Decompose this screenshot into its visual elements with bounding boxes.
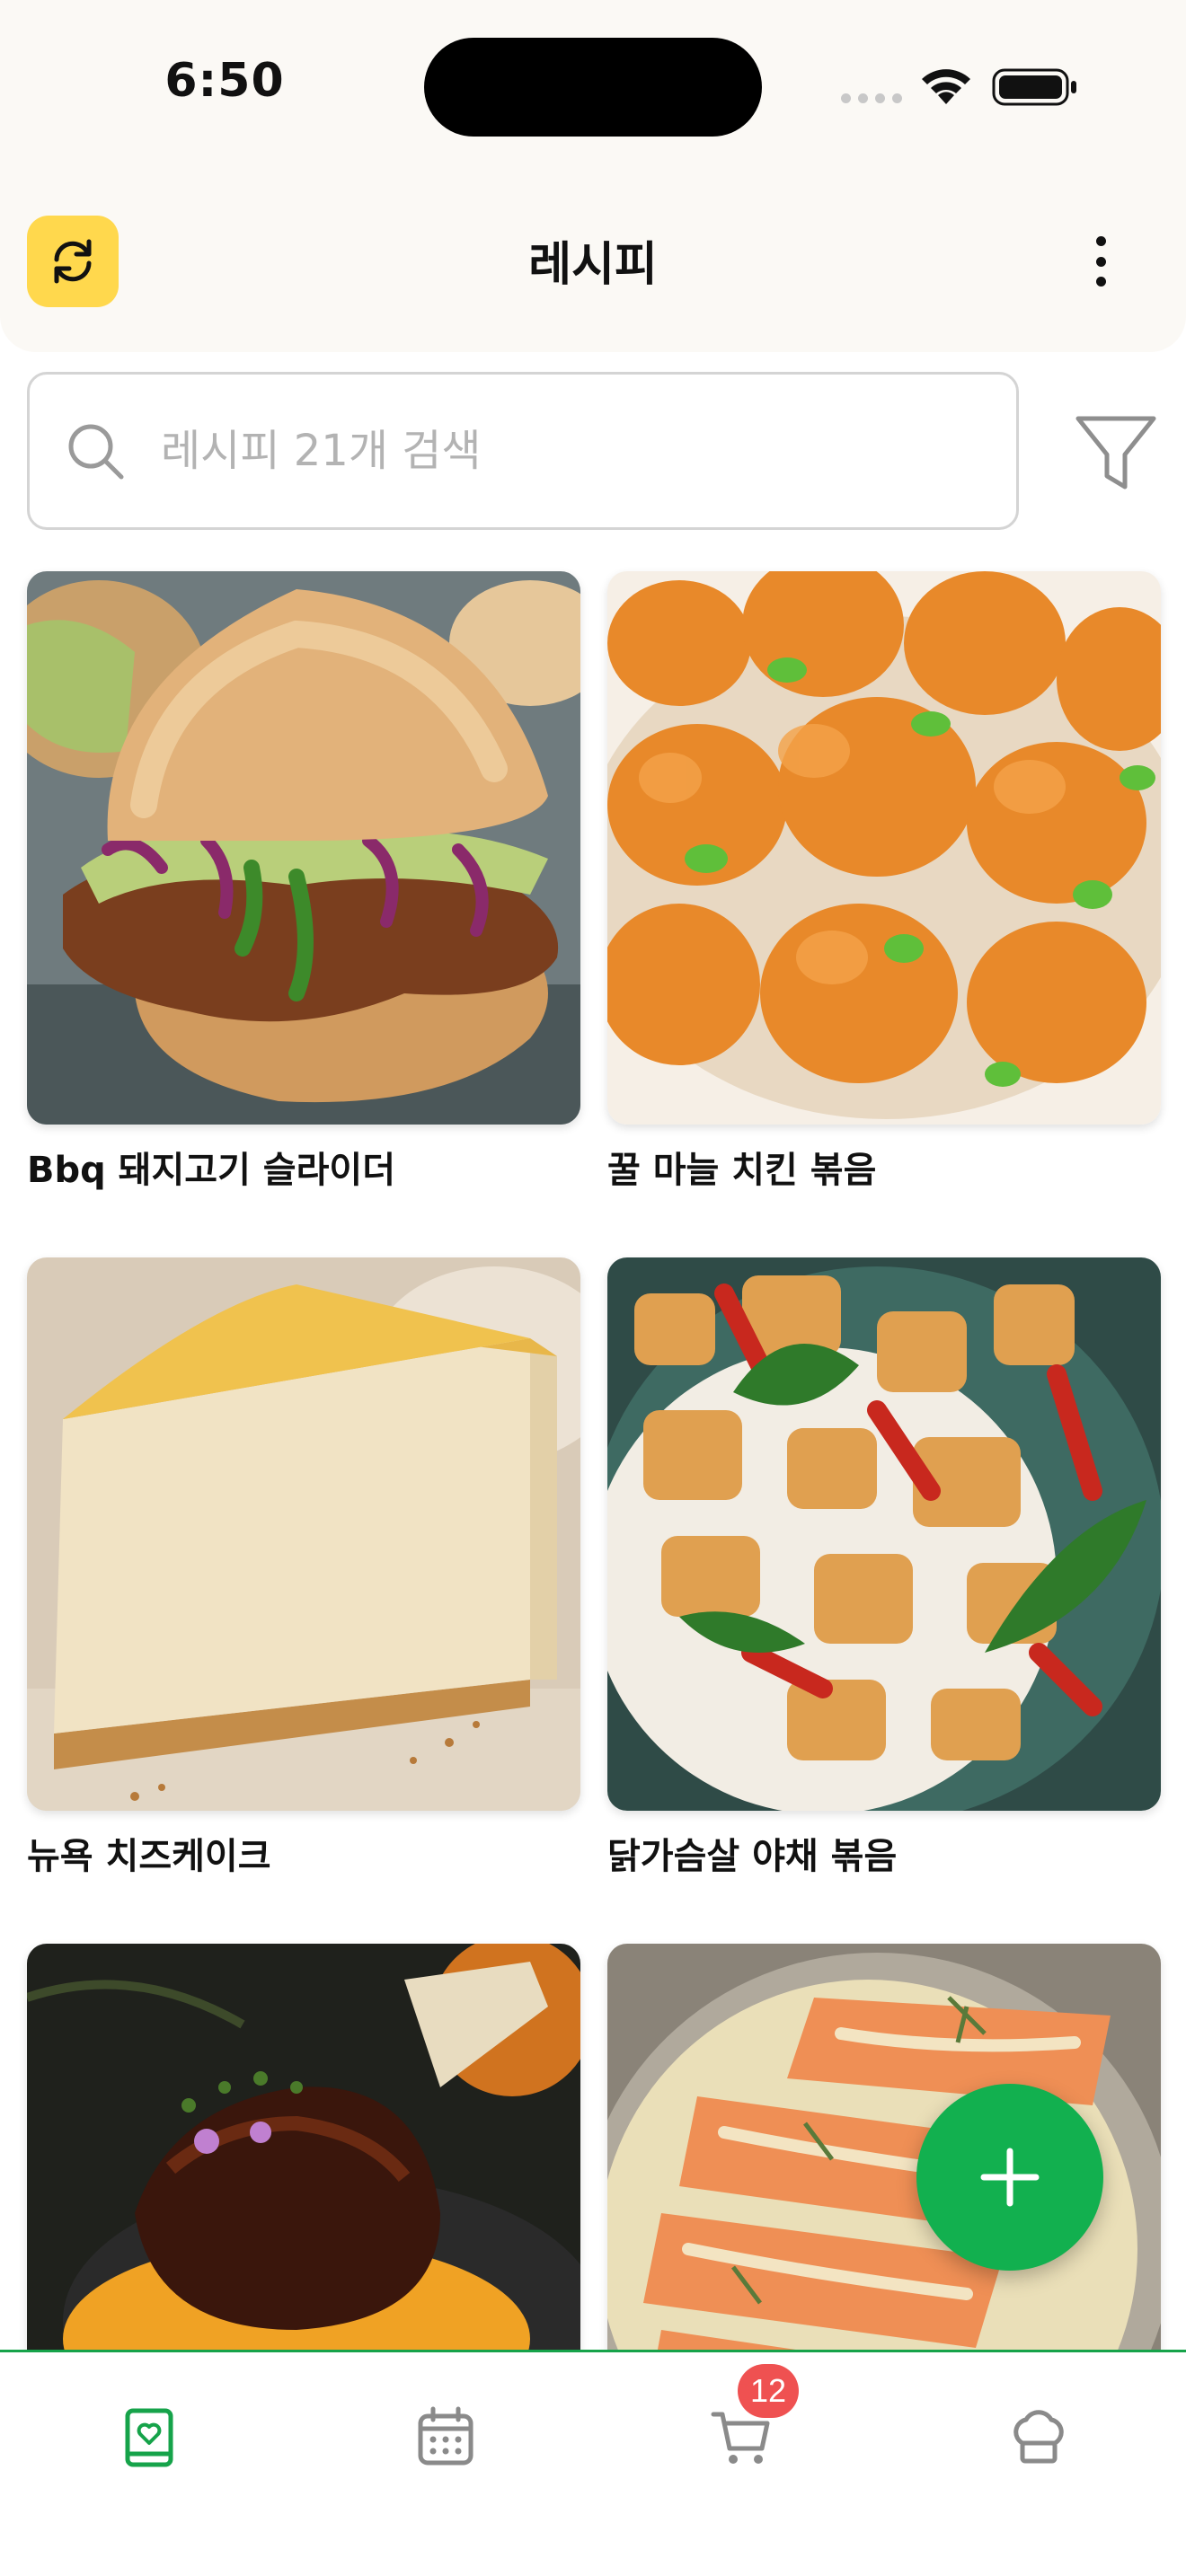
recipe-card[interactable]: 닭가슴살 야채 볶음 [607, 1257, 1161, 1879]
recipe-title: 뉴욕 치즈케이크 [27, 1836, 271, 1877]
cart-badge: 12 [738, 2364, 799, 2418]
recipe-image [607, 1257, 1161, 1811]
refresh-icon [54, 239, 92, 284]
recipe-title: 꿀 마늘 치킨 볶음 [607, 1150, 877, 1191]
top-area: 6:50 레시피 [0, 0, 1186, 352]
recipe-card[interactable]: 뉴욕 치즈케이크 [27, 1257, 580, 1879]
plus-icon [980, 2148, 1040, 2207]
search-bar[interactable] [27, 372, 1019, 530]
recipe-image [607, 571, 1161, 1125]
recipes-screen: 6:50 레시피 레시피 21개 검색 Bbq 돼지고기 슬라이더 꿀 마늘 치… [0, 0, 1186, 2576]
bottom-tab-bar [0, 2350, 1186, 2576]
recipe-image [27, 1257, 580, 1811]
recipe-image [27, 571, 580, 1125]
more-vertical-icon [1095, 236, 1106, 246]
more-options-button[interactable] [1078, 229, 1123, 294]
wifi-icon [922, 69, 970, 104]
tab-meal-plan[interactable] [396, 2388, 495, 2487]
battery-icon [992, 68, 1076, 106]
recipe-title: Bbq 돼지고기 슬라이더 [27, 1150, 396, 1191]
recipe-card[interactable]: 꿀 마늘 치킨 볶음 [607, 571, 1161, 1193]
dynamic-island [424, 38, 762, 137]
page-title: 레시피 [528, 238, 658, 292]
cellular-signal-icon [841, 93, 902, 104]
add-recipe-button[interactable] [916, 2084, 1103, 2271]
calendar-icon [418, 2406, 474, 2466]
recipe-book-icon [125, 2408, 173, 2467]
recipe-title: 닭가슴살 야채 볶음 [607, 1836, 898, 1877]
refresh-button[interactable] [27, 216, 119, 307]
chef-hat-icon [1013, 2410, 1064, 2464]
search-input[interactable] [161, 401, 987, 500]
search-icon [68, 424, 124, 480]
tab-profile[interactable] [989, 2388, 1088, 2487]
recipe-card[interactable]: Bbq 돼지고기 슬라이더 [27, 571, 580, 1193]
status-time: 6:50 [164, 54, 285, 108]
filter-icon[interactable] [1069, 406, 1163, 499]
tab-recipes[interactable] [100, 2388, 199, 2487]
